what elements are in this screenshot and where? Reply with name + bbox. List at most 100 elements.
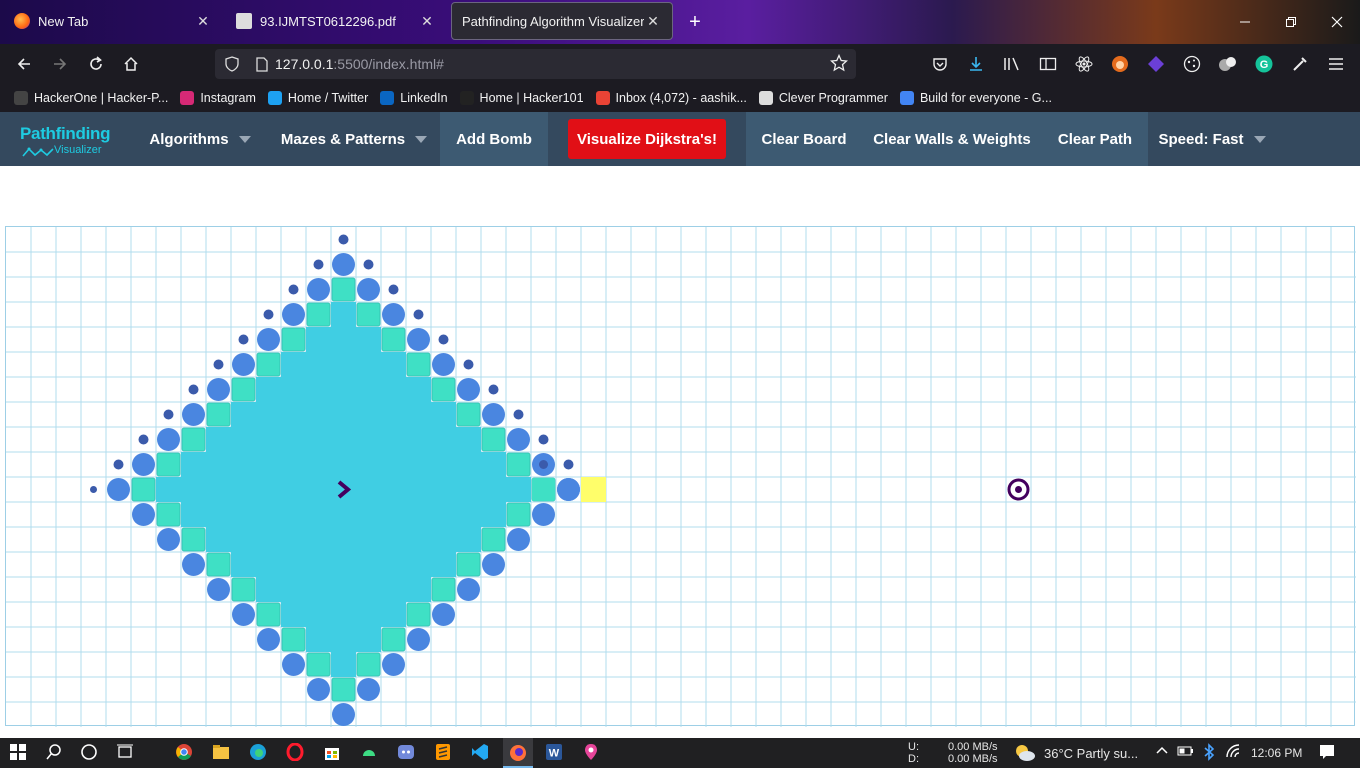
back-button[interactable] xyxy=(12,52,36,76)
bookmark-item[interactable]: LinkedIn xyxy=(380,91,448,105)
minimize-button[interactable] xyxy=(1222,0,1268,44)
bookmark-label: Home | Hacker101 xyxy=(479,91,584,105)
add-bomb-button[interactable]: Add Bomb xyxy=(440,112,548,166)
maps-icon[interactable] xyxy=(582,743,602,763)
task-view-icon[interactable] xyxy=(116,743,136,763)
weather-icon[interactable] xyxy=(1014,743,1035,763)
react-devtools-icon[interactable] xyxy=(1072,52,1096,76)
edge-icon[interactable] xyxy=(249,743,269,763)
star-icon[interactable] xyxy=(829,53,849,77)
page-icon[interactable] xyxy=(249,56,275,72)
visited-node xyxy=(206,427,231,452)
address-bar[interactable]: 127.0.0.1 :5500/index.html# xyxy=(215,49,856,79)
bookmark-item[interactable]: HackerOne | Hacker-P... xyxy=(14,91,168,105)
battery-icon[interactable] xyxy=(1177,743,1197,763)
windows-taskbar: W U: D: 0.00 MB/s 0.00 MB/s 36°C Partly … xyxy=(0,738,1360,768)
download-icon[interactable] xyxy=(964,52,988,76)
sidebar-icon[interactable] xyxy=(1036,52,1060,76)
restore-button[interactable] xyxy=(1268,0,1314,44)
library-icon[interactable] xyxy=(1000,52,1024,76)
vscode-icon[interactable] xyxy=(471,743,491,763)
tab-pathfinding[interactable]: Pathfinding Algorithm Visualizer ✕ xyxy=(451,2,673,40)
tab-pdf[interactable]: 93.IJMTST0612296.pdf ✕ xyxy=(226,2,446,40)
clear-path-button[interactable]: Clear Path xyxy=(1042,112,1148,166)
clock-time[interactable]: 12:06 PM xyxy=(1251,746,1302,760)
close-window-button[interactable] xyxy=(1314,0,1360,44)
search-icon[interactable] xyxy=(45,743,65,763)
visited-node xyxy=(456,402,481,427)
visited-node xyxy=(456,477,481,502)
cortana-icon[interactable] xyxy=(80,743,100,763)
chevron-up-icon[interactable] xyxy=(1154,743,1174,763)
shield-icon[interactable] xyxy=(215,56,249,72)
fox-extension-icon[interactable] xyxy=(1108,52,1132,76)
file-explorer-icon[interactable] xyxy=(212,743,232,763)
visited-node xyxy=(331,452,356,477)
word-icon[interactable]: W xyxy=(545,743,565,763)
close-icon[interactable]: ✕ xyxy=(194,13,212,30)
app-logo[interactable]: Pathfinding Visualizer xyxy=(20,124,120,158)
notifications-icon[interactable] xyxy=(1318,743,1338,763)
grid-canvas[interactable] xyxy=(6,227,1356,727)
chrome-icon[interactable] xyxy=(175,743,195,763)
algorithms-dropdown[interactable]: Algorithms xyxy=(136,112,264,166)
discord-icon[interactable] xyxy=(397,743,417,763)
toggle-extension-icon[interactable] xyxy=(1216,52,1240,76)
bookmark-item[interactable]: Home | Hacker101 xyxy=(459,91,584,105)
visualize-button[interactable]: Visualize Dijkstra's! xyxy=(568,119,726,159)
gem-extension-icon[interactable] xyxy=(1144,52,1168,76)
url-path: :5500/index.html# xyxy=(333,56,444,72)
frontier-node xyxy=(232,353,255,376)
wifi-icon[interactable] xyxy=(1225,743,1245,763)
bluetooth-icon[interactable] xyxy=(1201,743,1221,763)
mazes-dropdown[interactable]: Mazes & Patterns xyxy=(268,112,440,166)
visited-node xyxy=(206,552,231,577)
close-icon[interactable]: ✕ xyxy=(418,13,436,30)
speed-dropdown[interactable]: Speed: Fast xyxy=(1150,112,1274,166)
visited-node xyxy=(156,477,181,502)
frontier-node xyxy=(182,553,205,576)
bookmark-item[interactable]: Build for everyone - G... xyxy=(899,91,1052,105)
firefox-taskbar-icon[interactable] xyxy=(503,738,533,768)
clear-board-button[interactable]: Clear Board xyxy=(746,112,862,166)
visited-node xyxy=(456,427,481,452)
frontier-node xyxy=(90,486,97,493)
store-icon[interactable] xyxy=(323,743,343,763)
menu-icon[interactable] xyxy=(1324,52,1348,76)
caret-down-icon xyxy=(1253,135,1266,143)
bookmark-item[interactable]: Clever Programmer xyxy=(758,91,888,105)
visited-node xyxy=(281,602,306,627)
eyedropper-icon[interactable] xyxy=(1288,52,1312,76)
visited-node xyxy=(281,327,306,352)
new-tab-button[interactable]: + xyxy=(680,0,710,44)
clear-walls-weights-button[interactable]: Clear Walls & Weights xyxy=(862,112,1042,166)
visited-node xyxy=(306,427,331,452)
frontier-node xyxy=(332,703,355,726)
visited-node xyxy=(381,402,406,427)
tab-new-tab[interactable]: New Tab ✕ xyxy=(4,2,222,40)
sublime-icon[interactable] xyxy=(434,743,454,763)
frontier-node xyxy=(113,459,124,470)
cookie-icon[interactable] xyxy=(1180,52,1204,76)
windows-start-icon[interactable] xyxy=(9,743,29,763)
forward-button[interactable] xyxy=(48,52,72,76)
frontier-node xyxy=(207,378,230,401)
bookmark-item[interactable]: Inbox (4,072) - aashik... xyxy=(595,91,747,105)
home-button[interactable] xyxy=(119,52,143,76)
visited-node xyxy=(256,377,281,402)
bookmark-item[interactable]: Home / Twitter xyxy=(267,91,368,105)
download-speed: 0.00 MB/s xyxy=(948,753,998,765)
visited-node xyxy=(356,302,381,327)
close-icon[interactable]: ✕ xyxy=(644,13,662,30)
visited-node xyxy=(281,452,306,477)
weather-text[interactable]: 36°C Partly su... xyxy=(1044,746,1138,761)
visited-node xyxy=(256,352,281,377)
grammarly-icon[interactable]: G xyxy=(1252,52,1276,76)
frontier-node xyxy=(539,460,548,469)
android-studio-icon[interactable] xyxy=(360,743,380,763)
pocket-icon[interactable] xyxy=(928,52,952,76)
pathfinding-grid[interactable] xyxy=(5,226,1356,727)
reload-button[interactable] xyxy=(84,52,108,76)
opera-icon[interactable] xyxy=(286,742,306,763)
bookmark-item[interactable]: Instagram xyxy=(180,91,256,105)
